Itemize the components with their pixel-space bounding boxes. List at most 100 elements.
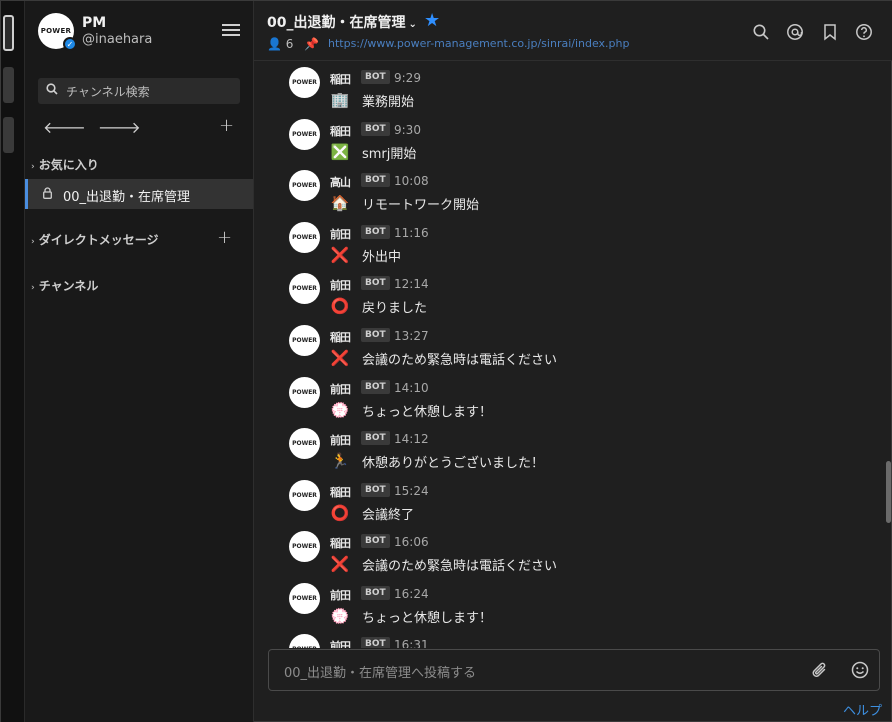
author-avatar[interactable]: POWER: [289, 67, 320, 98]
author-name[interactable]: 前田: [330, 381, 351, 397]
sidebar-item-active-channel[interactable]: 00_出退勤・在席管理: [25, 179, 253, 209]
message-time[interactable]: 12:14: [394, 277, 429, 291]
composer-placeholder: 00_出退勤・在席管理へ投稿する: [284, 666, 477, 681]
bot-badge: BOT: [361, 276, 390, 290]
author-avatar[interactable]: POWER: [289, 634, 320, 648]
message-time[interactable]: 16:31: [394, 638, 429, 648]
message-text: ちょっと休憩します！: [362, 611, 493, 626]
message-post[interactable]: POWER 稲田 BOT 9:29 🏢 業務開始: [254, 64, 874, 116]
author-name[interactable]: 稲田: [330, 71, 351, 87]
mention-icon[interactable]: [786, 23, 804, 41]
message-time[interactable]: 15:24: [394, 484, 429, 498]
message-post[interactable]: POWER 稲田 BOT 15:24 ⭕ 会議終了: [254, 477, 874, 529]
author-name[interactable]: 稲田: [330, 123, 351, 139]
bot-badge: BOT: [361, 586, 390, 600]
message-post[interactable]: POWER 稲田 BOT 13:27 ❌ 会議のため緊急時は電話ください: [254, 322, 874, 374]
author-name[interactable]: 前田: [330, 277, 351, 293]
message-scrollbar[interactable]: [886, 461, 891, 523]
member-count[interactable]: 👤 6: [267, 37, 293, 51]
message-time[interactable]: 10:08: [394, 174, 429, 188]
author-avatar[interactable]: POWER: [289, 119, 320, 150]
author-avatar[interactable]: POWER: [289, 583, 320, 614]
bookmark-icon[interactable]: [821, 23, 839, 41]
bot-badge: BOT: [361, 637, 390, 648]
message-text: 休憩ありがとうございました！: [362, 456, 545, 471]
message-time[interactable]: 14:10: [394, 381, 429, 395]
author-avatar[interactable]: POWER: [289, 170, 320, 201]
team-button-active[interactable]: [3, 15, 14, 51]
team-rail: [1, 1, 25, 722]
author-avatar[interactable]: POWER: [289, 325, 320, 356]
chevron-right-icon: ›: [31, 162, 35, 172]
channel-search-placeholder: チャンネル検索: [66, 85, 150, 99]
channel-header: 00_出退勤・在席管理 ⌄ ★ 👤 6 📌 https://www.power-m…: [254, 1, 892, 61]
bot-badge: BOT: [361, 431, 390, 445]
channel-header-link[interactable]: https://www.power-management.co.jp/sinra…: [328, 37, 630, 50]
team-button[interactable]: [3, 117, 14, 153]
favorites-section[interactable]: › お気に入り: [31, 156, 99, 173]
author-avatar[interactable]: POWER: [289, 480, 320, 511]
message-time[interactable]: 14:12: [394, 432, 429, 446]
channel-title[interactable]: 00_出退勤・在席管理 ⌄: [267, 12, 417, 32]
white-flower-icon: 💮: [330, 401, 350, 419]
message-text: ちょっと休憩します！: [362, 405, 493, 420]
message-post[interactable]: POWER 前田 BOT 14:12 🏃 休憩ありがとうございました！: [254, 425, 874, 477]
help-link[interactable]: ヘルプ: [843, 700, 882, 719]
message-post[interactable]: POWER 前田 BOT 14:10 💮 ちょっと休憩します！: [254, 374, 874, 426]
message-time[interactable]: 16:24: [394, 587, 429, 601]
channel-search[interactable]: チャンネル検索: [38, 78, 240, 104]
history-nav: 🡐 🡒: [43, 117, 153, 137]
message-time[interactable]: 9:29: [394, 71, 421, 85]
message-post[interactable]: POWER 前田 BOT 11:16 ❌ 外出中: [254, 219, 874, 271]
author-avatar[interactable]: POWER: [289, 377, 320, 408]
message-time[interactable]: 16:06: [394, 535, 429, 549]
author-avatar[interactable]: POWER: [289, 428, 320, 459]
author-name[interactable]: 高山: [330, 174, 351, 190]
help-circle-icon[interactable]: [855, 23, 873, 41]
author-avatar[interactable]: POWER: [289, 273, 320, 304]
message-composer[interactable]: 00_出退勤・在席管理へ投稿する: [268, 649, 880, 691]
message-post[interactable]: POWER 前田 BOT 16:24 💮 ちょっと休憩します！: [254, 580, 874, 632]
message-text: 会議のため緊急時は電話ください: [362, 559, 558, 574]
emoji-picker-icon[interactable]: [850, 660, 870, 680]
negative-cross-mark-icon: ❎: [330, 143, 350, 161]
channel-title-text: 00_出退勤・在席管理: [267, 15, 406, 31]
pin-icon[interactable]: 📌: [304, 37, 319, 51]
search-icon[interactable]: [752, 23, 770, 41]
author-avatar[interactable]: POWER: [289, 531, 320, 562]
message-time[interactable]: 11:16: [394, 226, 429, 240]
hamburger-menu-icon[interactable]: [222, 24, 240, 38]
author-name[interactable]: 前田: [330, 587, 351, 603]
bot-badge: BOT: [361, 173, 390, 187]
team-button[interactable]: [3, 67, 14, 103]
author-name[interactable]: 稲田: [330, 329, 351, 345]
add-channel-icon[interactable]: +: [219, 115, 234, 136]
back-arrow-icon[interactable]: 🡐: [43, 118, 86, 137]
author-name[interactable]: 前田: [330, 432, 351, 448]
message-time[interactable]: 13:27: [394, 329, 429, 343]
chevron-right-icon: ›: [31, 283, 35, 293]
message-post[interactable]: POWER 高山 BOT 10:08 🏠 リモートワーク開始: [254, 167, 874, 219]
red-circle-icon: ⭕: [330, 297, 350, 315]
forward-arrow-icon[interactable]: 🡒: [98, 118, 141, 137]
message-post[interactable]: POWER 前田 BOT 12:14 ⭕ 戻りました: [254, 270, 874, 322]
avatar-logo-text: POWER: [40, 27, 72, 35]
channels-section[interactable]: › チャンネル: [31, 277, 98, 294]
favorite-star-icon[interactable]: ★: [424, 10, 440, 31]
author-name[interactable]: 前田: [330, 638, 351, 648]
office-building-icon: 🏢: [330, 91, 350, 109]
attachment-icon[interactable]: [810, 660, 830, 680]
author-name[interactable]: 稲田: [330, 484, 351, 500]
message-time[interactable]: 9:30: [394, 123, 421, 137]
message-post[interactable]: POWER 稲田 BOT 9:30 ❎ smrj開始: [254, 116, 874, 168]
author-name[interactable]: 稲田: [330, 535, 351, 551]
user-profile[interactable]: POWER ✓ PM @inaehara: [38, 13, 243, 53]
message-post[interactable]: POWER 前田 BOT 16:31: [254, 631, 874, 648]
message-post[interactable]: POWER 稲田 BOT 16:06 ❌ 会議のため緊急時は電話ください: [254, 528, 874, 580]
author-name[interactable]: 前田: [330, 226, 351, 242]
author-avatar[interactable]: POWER: [289, 222, 320, 253]
add-direct-message-icon[interactable]: +: [217, 227, 232, 248]
message-list[interactable]: POWER 稲田 BOT 9:29 🏢 業務開始 POWER 稲田 BOT 9:…: [254, 62, 892, 648]
house-icon: 🏠: [330, 194, 350, 212]
direct-messages-section[interactable]: › ダイレクトメッセージ: [31, 231, 158, 248]
